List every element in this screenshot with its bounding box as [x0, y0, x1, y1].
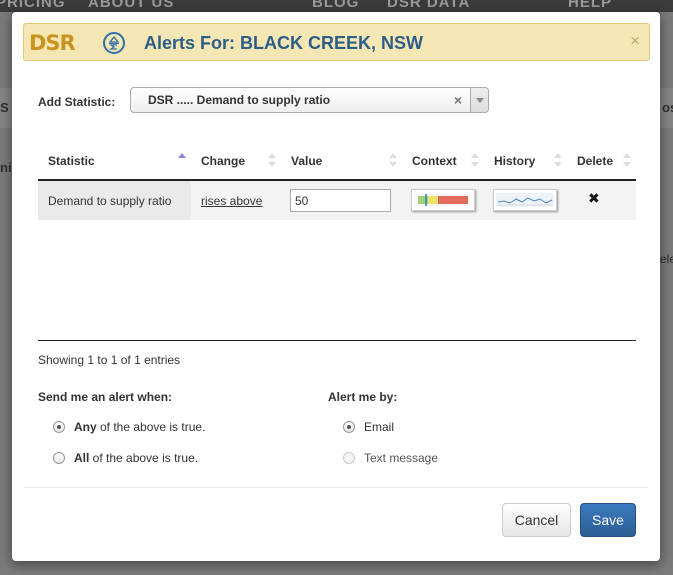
column-header-label: Statistic: [48, 154, 95, 168]
column-header-statistic[interactable]: Statistic: [38, 152, 191, 180]
save-button[interactable]: Save: [580, 503, 636, 537]
bg-text: ni: [0, 160, 12, 175]
clear-selection-icon[interactable]: ×: [454, 92, 462, 108]
column-header-history[interactable]: History: [484, 152, 567, 180]
context-chart-thumbnail[interactable]: [411, 189, 475, 211]
radio-disabled-icon[interactable]: [343, 452, 355, 464]
delete-row-icon[interactable]: ✖: [588, 190, 600, 207]
sort-icon: [471, 153, 480, 169]
radio-label-bold: All: [74, 451, 90, 465]
bg-nav-item: DSR DATA: [387, 0, 471, 11]
column-header-change[interactable]: Change: [191, 152, 281, 180]
sort-asc-icon: [178, 153, 187, 169]
sort-icon: [268, 153, 277, 169]
background-nav: PRICING ABOUT US BLOG DSR DATA HELP: [0, 0, 673, 12]
table-info: Showing 1 to 1 of 1 entries: [38, 353, 181, 367]
modal-header: DSR Alerts For: BLACK CREEK, NSW ×: [23, 23, 650, 61]
bg-text: S: [0, 100, 9, 115]
delta-sigma-icon: [103, 32, 125, 54]
cell-statistic: Demand to supply ratio: [48, 194, 172, 208]
column-header-value[interactable]: Value: [281, 152, 402, 180]
column-header-context[interactable]: Context: [402, 152, 484, 180]
bg-text: os: [662, 100, 673, 115]
alert-by-label: Alert me by:: [328, 390, 398, 404]
chevron-down-icon[interactable]: [470, 88, 488, 112]
column-header-label: Delete: [577, 154, 614, 168]
column-header-delete[interactable]: Delete: [567, 152, 636, 180]
column-header-label: Context: [412, 154, 457, 168]
radio-label: Text message: [364, 451, 439, 465]
logo-text: DSR: [29, 31, 76, 55]
threshold-value-input[interactable]: [290, 189, 391, 212]
radio-checked-icon[interactable]: [53, 421, 65, 433]
radio-label: Any of the above is true.: [74, 420, 205, 434]
add-statistic-select[interactable]: DSR ..... Demand to supply ratio ×: [130, 87, 489, 113]
select-value: DSR ..... Demand to supply ratio: [148, 93, 331, 107]
radio-unchecked-icon[interactable]: [53, 452, 65, 464]
column-header-label: History: [494, 154, 536, 168]
bg-nav-item: PRICING: [0, 0, 66, 11]
column-header-label: Change: [201, 154, 246, 168]
dsr-logo: DSR: [29, 31, 127, 55]
history-chart-thumbnail[interactable]: [493, 189, 557, 211]
footer-divider: [24, 487, 648, 488]
sort-icon: [554, 153, 563, 169]
bg-text: ele: [660, 252, 673, 266]
radio-label-bold: Any: [74, 420, 97, 434]
close-icon[interactable]: ×: [630, 31, 640, 51]
change-condition-link[interactable]: rises above: [201, 194, 262, 208]
sort-icon: [389, 153, 398, 169]
alerts-modal: DSR Alerts For: BLACK CREEK, NSW × Add S…: [12, 12, 660, 561]
table-bottom-divider: [38, 340, 636, 341]
radio-label: All of the above is true.: [74, 451, 198, 465]
radio-label-rest: of the above is true.: [89, 451, 199, 465]
radio-checked-icon[interactable]: [343, 421, 355, 433]
add-statistic-label: Add Statistic:: [38, 95, 116, 109]
modal-title: Alerts For: BLACK CREEK, NSW: [144, 33, 424, 53]
cancel-button[interactable]: Cancel: [502, 503, 571, 537]
bg-nav-item: BLOG: [312, 0, 360, 11]
sort-icon: [623, 153, 632, 169]
bg-nav-item: HELP: [568, 0, 613, 11]
send-alert-label: Send me an alert when:: [38, 390, 173, 404]
column-header-label: Value: [291, 154, 323, 168]
bg-nav-item: ABOUT US: [88, 0, 175, 11]
radio-label: Email: [364, 420, 395, 434]
radio-label-rest: of the above is true.: [96, 420, 206, 434]
